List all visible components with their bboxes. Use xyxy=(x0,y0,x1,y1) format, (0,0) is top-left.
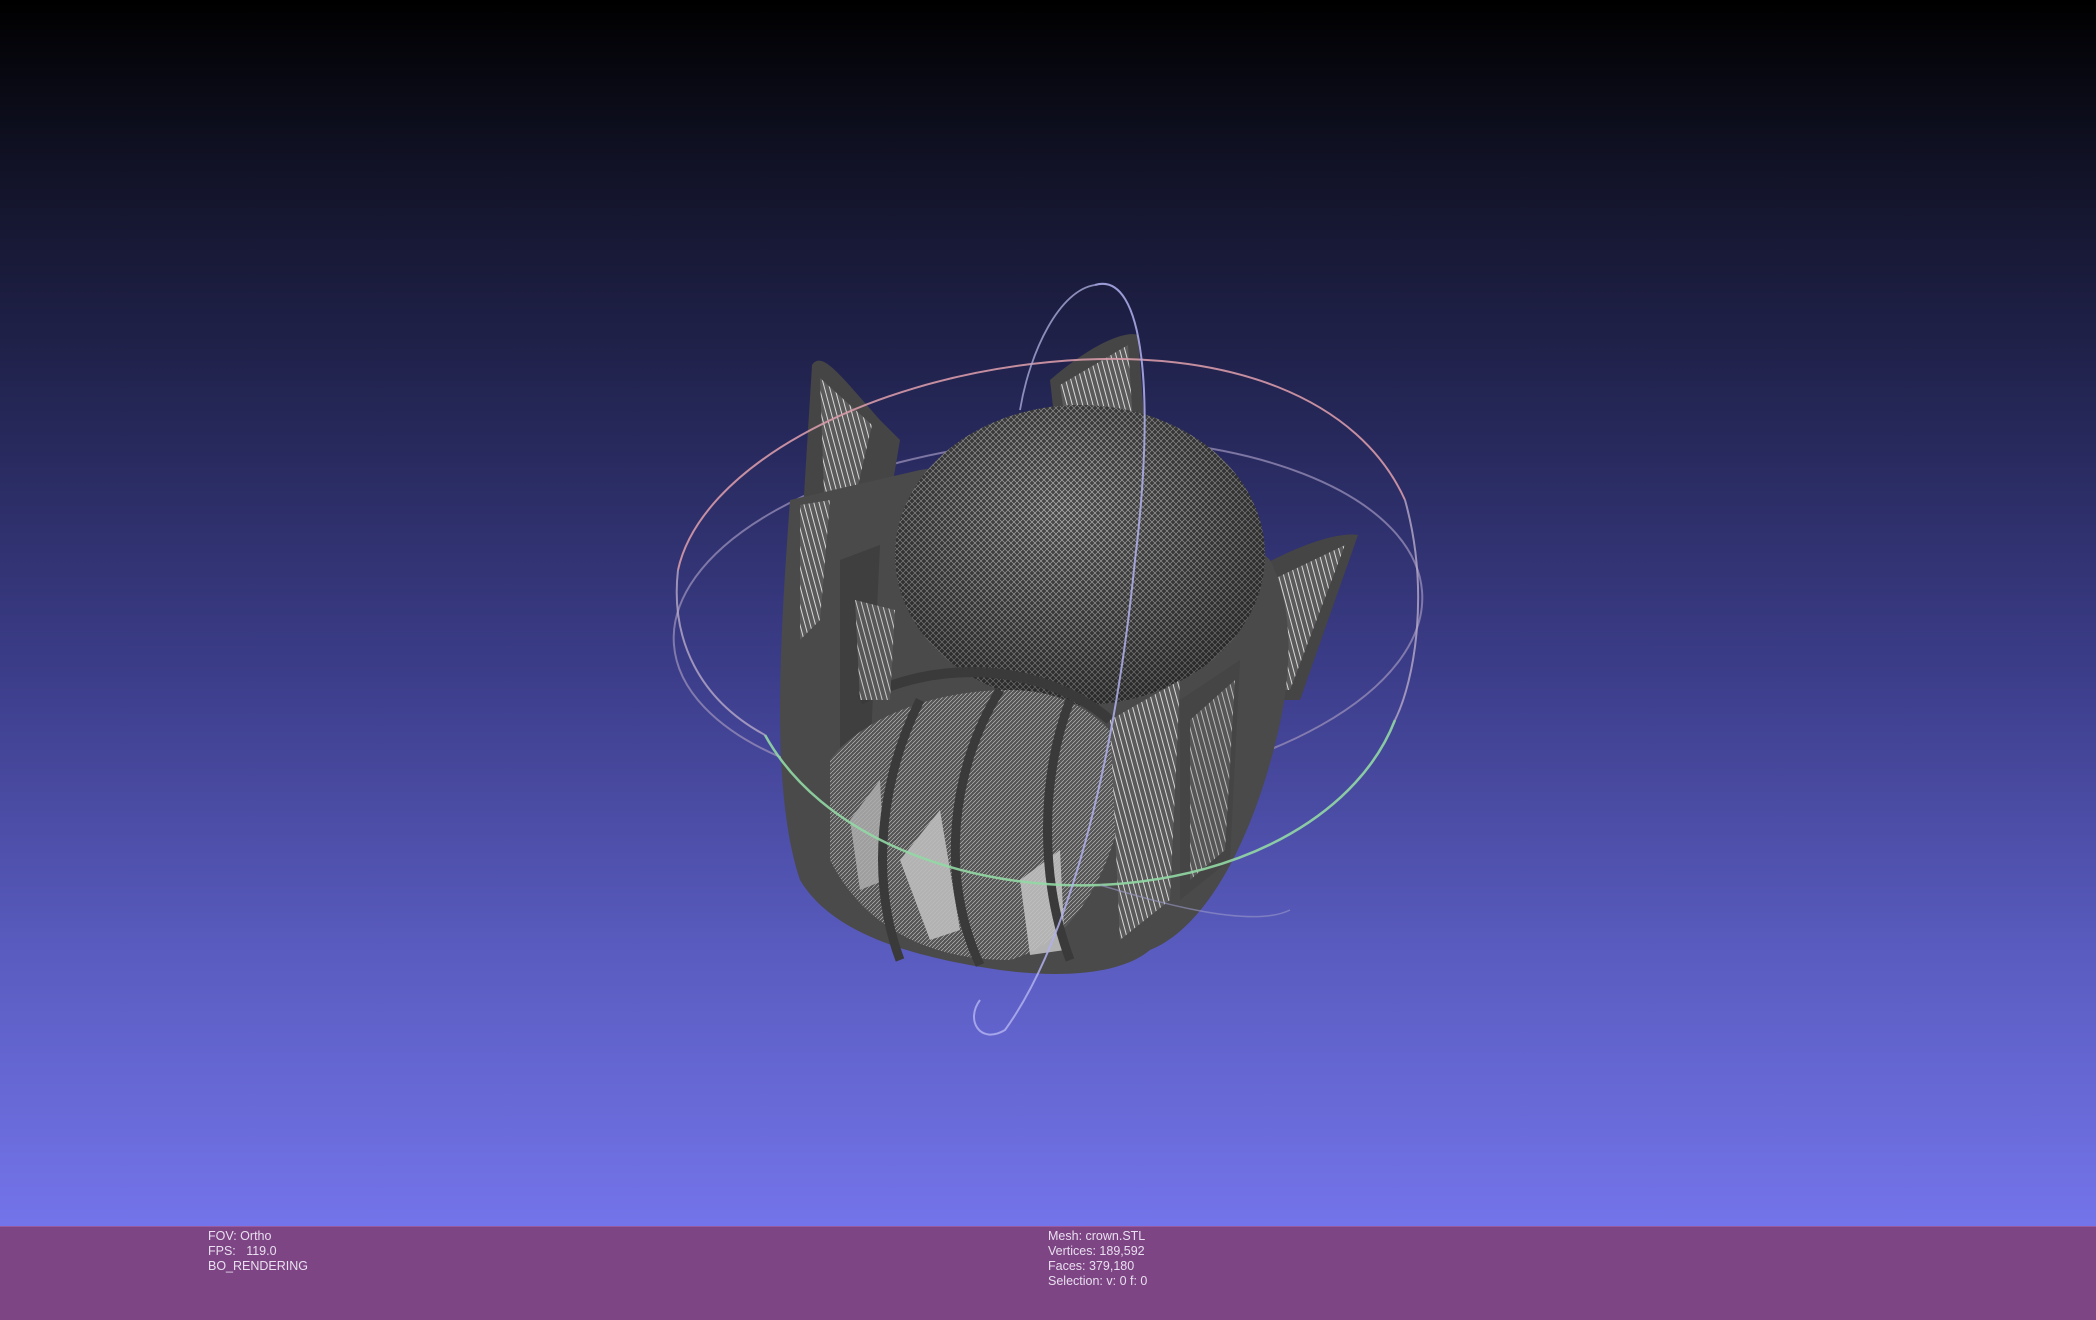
mesh-name: Mesh: crown.STL xyxy=(1048,1229,1146,1243)
vertex-count: Vertices: 189,592 xyxy=(1048,1244,1145,1258)
fps-readout: FPS: 119.0 xyxy=(208,1244,277,1258)
render-mode: BO_RENDERING xyxy=(208,1259,309,1273)
selection-info: Selection: v: 0 f: 0 xyxy=(1048,1274,1148,1288)
mesh-scene[interactable] xyxy=(0,0,2096,1226)
fov-readout: FOV: Ortho xyxy=(208,1229,272,1243)
3d-viewport[interactable] xyxy=(0,0,2096,1226)
render-info: FOV: Ortho FPS: 119.0 BO_RENDERING xyxy=(208,1229,308,1274)
mesh-info: Mesh: crown.STL Vertices: 189,592 Faces:… xyxy=(1048,1229,1147,1289)
crown-mesh[interactable] xyxy=(780,334,1358,974)
status-bar: FOV: Ortho FPS: 119.0 BO_RENDERING Mesh:… xyxy=(0,1226,2096,1320)
face-count: Faces: 379,180 xyxy=(1048,1259,1135,1273)
